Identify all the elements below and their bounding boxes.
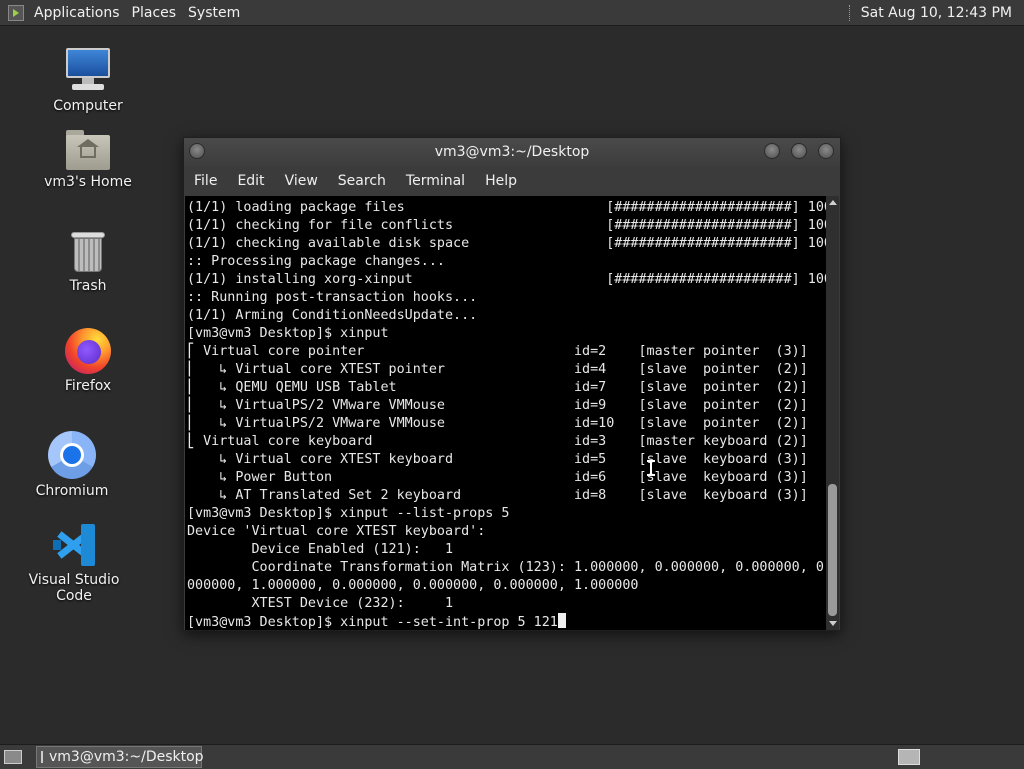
terminal-line: (1/1) checking for file conflicts [#####… — [187, 218, 827, 233]
terminal-line: [vm3@vm3 Desktop]$ xinput --list-props 5 — [187, 506, 510, 521]
panel-right: Sat Aug 10, 12:43 PM — [848, 4, 1024, 21]
workspace-switcher-icon[interactable] — [898, 749, 920, 765]
menu-edit[interactable]: Edit — [227, 173, 274, 189]
terminal-line: XTEST Device (232): 1 — [187, 596, 454, 611]
panel-separator — [848, 4, 853, 21]
terminal-line: :: Processing package changes... — [187, 254, 445, 269]
menu-system[interactable]: System — [182, 5, 246, 21]
terminal-line: ⎜ ↳ VirtualPS/2 VMware VMMouse id=10 [sl… — [187, 416, 808, 431]
taskbar-item-terminal[interactable]: vm3@vm3:~/Desktop — [36, 746, 204, 768]
terminal-text: (1/1) loading package files [###########… — [185, 196, 827, 630]
desktop-icon-chromium[interactable]: Chromium — [17, 431, 127, 499]
top-panel: Applications Places System Sat Aug 10, 1… — [0, 0, 1024, 26]
desktop-icon-label: Chromium — [35, 483, 109, 499]
show-desktop-icon[interactable] — [4, 750, 22, 764]
menu-view[interactable]: View — [275, 173, 328, 189]
terminal-scrollbar[interactable] — [826, 196, 839, 630]
terminal-line: 000000, 1.000000, 0.000000, 0.000000, 0.… — [187, 578, 639, 593]
menu-file[interactable]: File — [184, 173, 227, 189]
menu-launcher-icon[interactable] — [8, 4, 24, 21]
terminal-line: ⎜ ↳ Virtual core XTEST pointer id=4 [sla… — [187, 362, 808, 377]
menu-search[interactable]: Search — [328, 173, 396, 189]
desktop-icon-firefox[interactable]: Firefox — [33, 328, 143, 394]
desktop-icon-vscode[interactable]: Visual Studio Code — [14, 522, 134, 604]
desktop-icon-label: Firefox — [64, 378, 112, 394]
terminal-line: ⎜ ↳ VirtualPS/2 VMware VMMouse id=9 [sla… — [187, 398, 808, 413]
minimize-button[interactable] — [764, 143, 780, 159]
chromium-icon — [48, 431, 96, 479]
menu-places[interactable]: Places — [126, 5, 183, 21]
terminal-line: :: Running post-transaction hooks... — [187, 290, 478, 305]
terminal-prompt-line: [vm3@vm3 Desktop]$ xinput --set-int-prop… — [187, 615, 558, 630]
scroll-up-arrow-icon[interactable] — [829, 200, 837, 205]
window-titlebar[interactable]: vm3@vm3:~/Desktop — [184, 138, 840, 166]
terminal-window: vm3@vm3:~/Desktop File Edit View Search … — [183, 137, 841, 631]
terminal-line: Device 'Virtual core XTEST keyboard': — [187, 524, 486, 539]
desktop-icon-label: Trash — [69, 278, 107, 294]
terminal-line: [vm3@vm3 Desktop]$ xinput — [187, 326, 389, 341]
scroll-down-arrow-icon[interactable] — [829, 621, 837, 626]
close-button[interactable] — [818, 143, 834, 159]
terminal-line: (1/1) loading package files [###########… — [187, 200, 827, 215]
home-folder-icon — [66, 130, 110, 170]
terminal-line: ⎜ ↳ QEMU QEMU USB Tablet id=7 [slave poi… — [187, 380, 808, 395]
mouse-ibeam-cursor-icon — [647, 460, 655, 476]
window-menu-icon[interactable] — [189, 143, 205, 159]
menu-terminal[interactable]: Terminal — [396, 173, 475, 189]
terminal-line: ↳ Power Button id=6 [slave keyboard (3)] — [187, 470, 808, 485]
terminal-line: (1/1) Arming ConditionNeedsUpdate... — [187, 308, 478, 323]
bottom-panel: vm3@vm3:~/Desktop — [0, 744, 1024, 769]
terminal-line: Coordinate Transformation Matrix (123): … — [187, 560, 827, 575]
window-title: vm3@vm3:~/Desktop — [434, 144, 590, 160]
scroll-thumb[interactable] — [828, 484, 837, 616]
terminal-line: ⎣ Virtual core keyboard id=3 [master key… — [187, 434, 808, 449]
vscode-icon — [51, 522, 97, 568]
terminal-menubar: File Edit View Search Terminal Help — [184, 166, 840, 196]
desktop-icon-label: Visual Studio Code — [28, 572, 120, 604]
desktop-icon-label: Computer — [53, 98, 123, 114]
terminal-line: (1/1) installing xorg-xinput [##########… — [187, 272, 827, 287]
terminal-line: ⎡ Virtual core pointer id=2 [master poin… — [187, 344, 808, 359]
taskbar-item-label: vm3@vm3:~/Desktop — [49, 749, 204, 765]
terminal-line: ↳ Virtual core XTEST keyboard id=5 [slav… — [187, 452, 808, 467]
computer-icon — [64, 46, 112, 94]
trash-icon — [70, 230, 106, 274]
terminal-icon — [41, 751, 43, 763]
desktop-icon-label: vm3's Home — [44, 174, 132, 190]
desktop-icon-home[interactable]: vm3's Home — [33, 130, 143, 190]
clock[interactable]: Sat Aug 10, 12:43 PM — [861, 5, 1012, 21]
terminal-line: (1/1) checking available disk space [###… — [187, 236, 827, 251]
terminal-line: Device Enabled (121): 1 — [187, 542, 454, 557]
firefox-icon — [65, 328, 111, 374]
menu-applications[interactable]: Applications — [28, 5, 126, 21]
terminal-output[interactable]: (1/1) loading package files [###########… — [185, 196, 827, 630]
terminal-line: ↳ AT Translated Set 2 keyboard id=8 [sla… — [187, 488, 808, 503]
maximize-button[interactable] — [791, 143, 807, 159]
desktop-icon-computer[interactable]: Computer — [33, 46, 143, 114]
menu-help[interactable]: Help — [475, 173, 527, 189]
desktop-icon-trash[interactable]: Trash — [33, 230, 143, 294]
text-cursor — [557, 613, 566, 628]
